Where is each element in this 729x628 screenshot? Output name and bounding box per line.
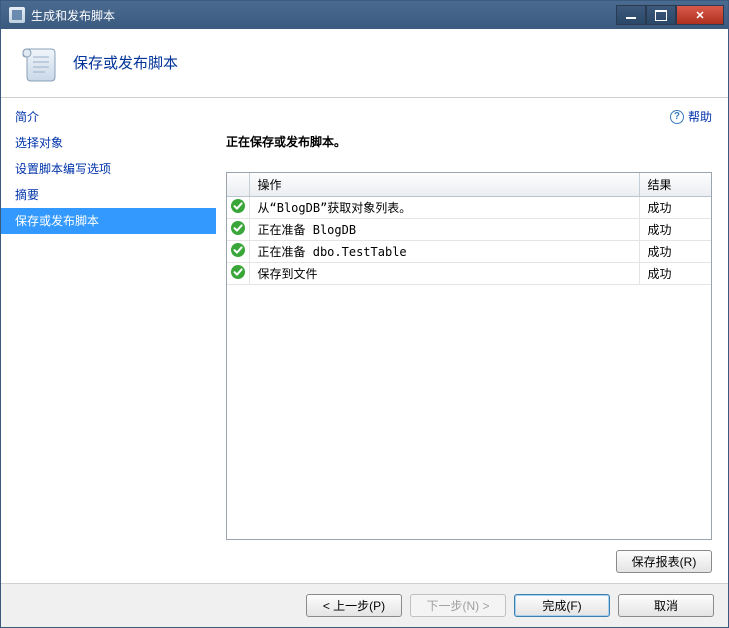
close-button[interactable] bbox=[676, 5, 724, 25]
cancel-button[interactable]: 取消 bbox=[618, 594, 714, 617]
row-result: 成功 bbox=[639, 263, 711, 285]
wizard-footer: < 上一步(P) 下一步(N) > 完成(F) 取消 bbox=[1, 583, 728, 627]
wizard-sidebar: 简介 选择对象 设置脚本编写选项 摘要 保存或发布脚本 bbox=[1, 98, 216, 583]
page-title: 保存或发布脚本 bbox=[73, 52, 178, 73]
sidebar-item-save-publish[interactable]: 保存或发布脚本 bbox=[1, 208, 216, 234]
progress-grid: 操作 结果 从“BlogDB”获取对象列表。成功正在准备 BlogDB成功正在准… bbox=[226, 172, 712, 540]
row-result: 成功 bbox=[639, 219, 711, 241]
row-status-icon bbox=[227, 263, 249, 285]
sidebar-item-intro[interactable]: 简介 bbox=[1, 104, 216, 130]
sidebar-item-select-objects[interactable]: 选择对象 bbox=[1, 130, 216, 156]
main-panel: ? 帮助 正在保存或发布脚本。 操作 结果 从“BlogDB”获取对象列表。成 bbox=[216, 98, 728, 583]
row-action: 正在准备 BlogDB bbox=[249, 219, 639, 241]
table-row[interactable]: 从“BlogDB”获取对象列表。成功 bbox=[227, 197, 711, 219]
content-area: 简介 选择对象 设置脚本编写选项 摘要 保存或发布脚本 ? 帮助 正在保存或发布… bbox=[1, 98, 728, 583]
status-title: 正在保存或发布脚本。 bbox=[226, 133, 712, 150]
row-action: 保存到文件 bbox=[249, 263, 639, 285]
col-action[interactable]: 操作 bbox=[249, 173, 639, 197]
row-result: 成功 bbox=[639, 197, 711, 219]
wizard-window: 生成和发布脚本 保存或发布脚本 简介 选择 bbox=[0, 0, 729, 628]
app-icon bbox=[9, 7, 25, 23]
row-status-icon bbox=[227, 197, 249, 219]
script-icon bbox=[17, 41, 59, 83]
row-status-icon bbox=[227, 241, 249, 263]
table-row[interactable]: 保存到文件成功 bbox=[227, 263, 711, 285]
window-title: 生成和发布脚本 bbox=[31, 7, 616, 24]
col-icon bbox=[227, 173, 249, 197]
back-button[interactable]: < 上一步(P) bbox=[306, 594, 402, 617]
help-link[interactable]: ? 帮助 bbox=[670, 108, 712, 125]
next-button: 下一步(N) > bbox=[410, 594, 506, 617]
save-report-button[interactable]: 保存报表(R) bbox=[616, 550, 712, 573]
maximize-button[interactable] bbox=[646, 5, 676, 25]
sidebar-item-summary[interactable]: 摘要 bbox=[1, 182, 216, 208]
table-row[interactable]: 正在准备 dbo.TestTable成功 bbox=[227, 241, 711, 263]
row-action: 正在准备 dbo.TestTable bbox=[249, 241, 639, 263]
table-row[interactable]: 正在准备 BlogDB成功 bbox=[227, 219, 711, 241]
sidebar-item-set-options[interactable]: 设置脚本编写选项 bbox=[1, 156, 216, 182]
wizard-header: 保存或发布脚本 bbox=[1, 29, 728, 98]
row-status-icon bbox=[227, 219, 249, 241]
window-controls bbox=[616, 5, 724, 25]
col-result[interactable]: 结果 bbox=[639, 173, 711, 197]
titlebar: 生成和发布脚本 bbox=[1, 1, 728, 29]
minimize-button[interactable] bbox=[616, 5, 646, 25]
row-action: 从“BlogDB”获取对象列表。 bbox=[249, 197, 639, 219]
help-label: 帮助 bbox=[688, 108, 712, 125]
help-icon: ? bbox=[670, 110, 684, 124]
row-result: 成功 bbox=[639, 241, 711, 263]
finish-button[interactable]: 完成(F) bbox=[514, 594, 610, 617]
